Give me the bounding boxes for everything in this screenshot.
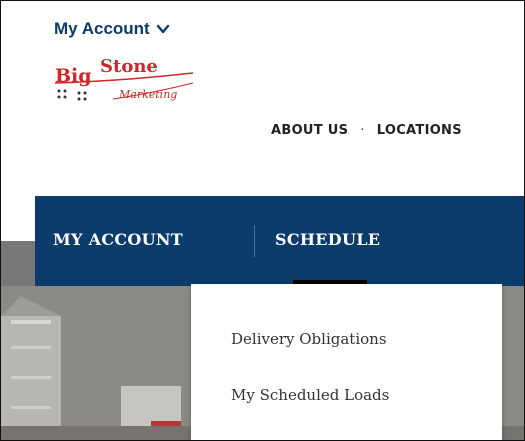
logo-word-stone: Stone xyxy=(100,56,158,77)
main-navigation-bar: MY ACCOUNT SCHEDULE xyxy=(35,196,524,286)
main-nav-schedule[interactable]: SCHEDULE xyxy=(275,230,380,249)
main-nav-divider xyxy=(254,225,255,257)
menu-item-delivery-obligations[interactable]: Delivery Obligations xyxy=(231,330,387,348)
big-stone-marketing-logo[interactable]: Big Stone Marketing xyxy=(53,53,203,107)
logo-word-big: Big xyxy=(55,65,92,87)
chevron-down-icon xyxy=(156,24,169,34)
browser-viewport: My Account Big Stone Marketing ABOUT US … xyxy=(0,0,525,441)
logo-tagline: Marketing xyxy=(119,88,178,101)
top-nav-locations[interactable]: LOCATIONS xyxy=(377,123,462,138)
my-account-toggle-label: My Account xyxy=(54,19,150,38)
schedule-dropdown-menu: Delivery Obligations My Scheduled Loads xyxy=(191,284,502,440)
top-navigation: ABOUT US · LOCATIONS xyxy=(271,123,462,138)
menu-item-my-scheduled-loads[interactable]: My Scheduled Loads xyxy=(231,386,389,404)
top-nav-about-us[interactable]: ABOUT US xyxy=(271,123,348,138)
top-nav-separator: · xyxy=(360,123,365,138)
main-nav-my-account[interactable]: MY ACCOUNT xyxy=(53,230,183,249)
my-account-toggle[interactable]: My Account xyxy=(54,19,170,39)
hero-image-edge xyxy=(1,241,35,286)
